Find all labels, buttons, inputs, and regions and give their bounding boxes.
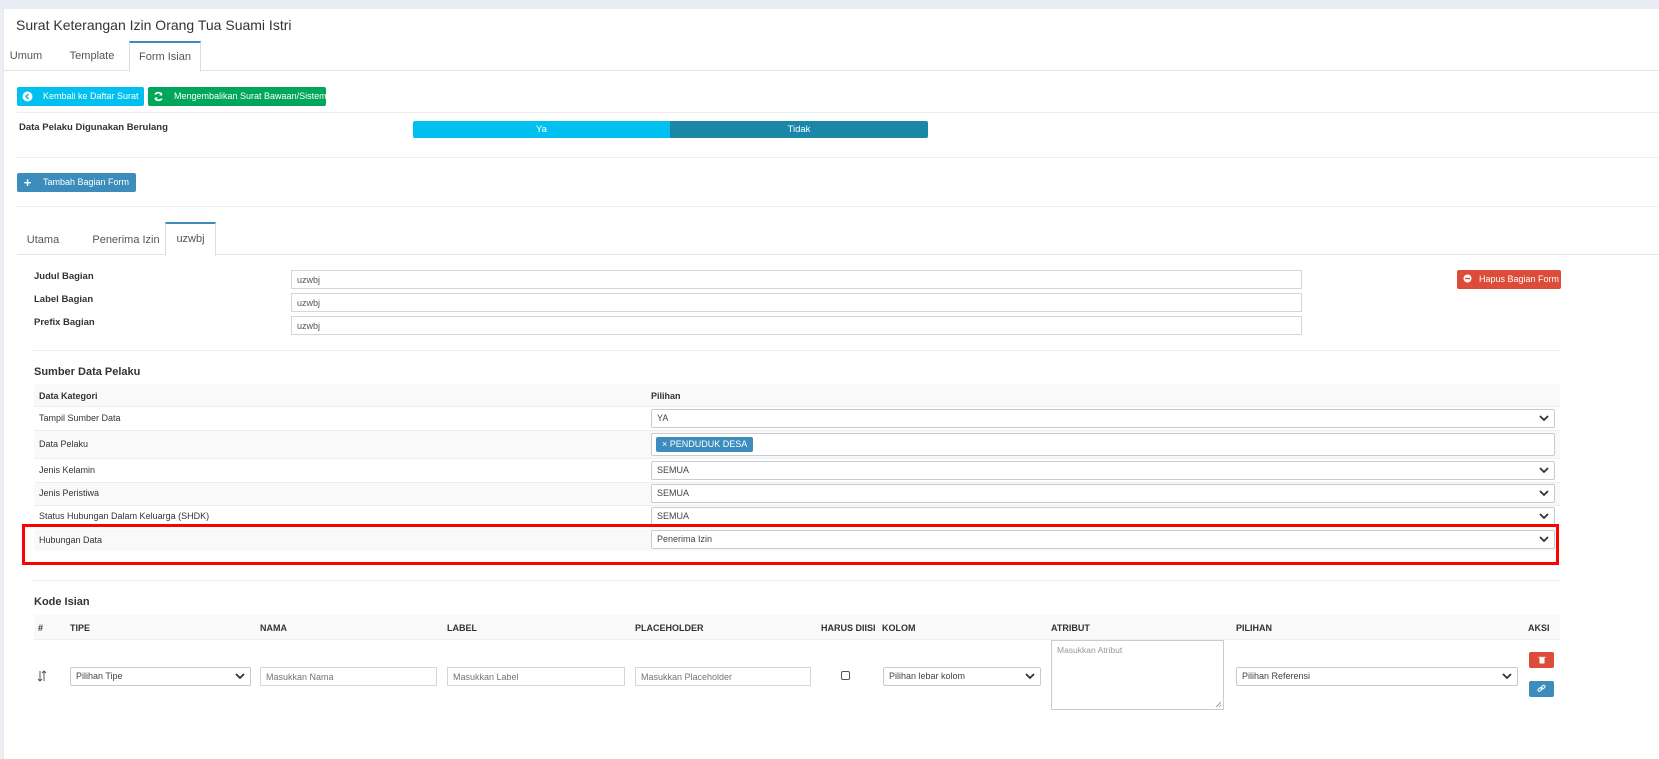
- chevron-down-icon: [235, 673, 245, 680]
- tab-form-isian[interactable]: Form Isian: [129, 41, 201, 72]
- restore-default-label: Mengembalikan Surat Bawaan/Sistem: [174, 91, 327, 101]
- tab-utama[interactable]: Utama: [21, 225, 65, 256]
- highlight-box: [22, 524, 1559, 565]
- divider: [17, 112, 1659, 113]
- col-harus-diisi: HARUS DIISI: [821, 623, 876, 633]
- tab-template[interactable]: Template: [58, 41, 126, 72]
- plus-icon: +: [23, 175, 32, 190]
- col-label: LABEL: [447, 623, 477, 633]
- top-band: [0, 0, 1659, 9]
- atribut-textarea[interactable]: Masukkan Atribut: [1051, 640, 1224, 710]
- divider: [32, 580, 1560, 581]
- main-tabs: Umum Template Form Isian: [4, 41, 1659, 72]
- divider: [17, 157, 1659, 158]
- select-value: SEMUA: [657, 488, 690, 498]
- col-tipe: TIPE: [70, 623, 91, 633]
- shdk-label: Status Hubungan Dalam Keluarga (SHDK): [39, 511, 210, 521]
- jenis-kelamin-select[interactable]: SEMUA: [651, 461, 1555, 480]
- delete-row-button[interactable]: [1529, 652, 1554, 668]
- delete-section-button[interactable]: Hapus Bagian Form: [1457, 270, 1561, 289]
- col-num: #: [38, 623, 44, 633]
- col-placeholder: PLACEHOLDER: [635, 623, 704, 633]
- label-bagian-label: Label Bagian: [34, 294, 94, 305]
- chevron-down-icon: [1539, 513, 1549, 520]
- repeat-yes-toggle[interactable]: Ya: [413, 121, 670, 138]
- jenis-kelamin-label: Jenis Kelamin: [39, 465, 96, 475]
- repeat-no-toggle[interactable]: Tidak: [670, 121, 928, 138]
- sumber-header-row: [34, 384, 1560, 406]
- row-divider: [34, 458, 1560, 459]
- divider: [17, 206, 1659, 207]
- tipe-select[interactable]: Pilihan Tipe: [70, 667, 251, 686]
- kolom-select[interactable]: Pilihan lebar kolom: [883, 667, 1041, 686]
- link-icon: [1537, 684, 1546, 692]
- pilihan-referensi-select[interactable]: Pilihan Referensi: [1236, 667, 1518, 686]
- judul-bagian-input[interactable]: [291, 270, 1302, 289]
- col-pilihan-ref: PILIHAN: [1236, 623, 1272, 633]
- back-to-list-label: Kembali ke Daftar Surat: [43, 91, 139, 101]
- tampil-sumber-data-select[interactable]: YA: [651, 409, 1555, 428]
- prefix-bagian-label: Prefix Bagian: [34, 317, 95, 328]
- chevron-down-icon: [1539, 467, 1549, 474]
- restore-default-button[interactable]: Mengembalikan Surat Bawaan/Sistem: [148, 87, 327, 106]
- col-kolom: KOLOM: [882, 623, 916, 633]
- col-pilihan: Pilihan: [651, 391, 681, 401]
- chevron-down-icon: [1025, 673, 1035, 680]
- chevron-down-icon: [1539, 490, 1549, 497]
- trash-icon: [1538, 656, 1545, 664]
- jenis-peristiwa-label: Jenis Peristiwa: [39, 488, 100, 498]
- add-section-button[interactable]: + Tambah Bagian Form: [17, 173, 136, 192]
- drag-handle-icon[interactable]: [37, 670, 47, 682]
- select-value: Pilihan lebar kolom: [889, 671, 966, 681]
- col-atribut: ATRIBUT: [1051, 623, 1090, 633]
- page-title: Surat Keterangan Izin Orang Tua Suami Is…: [16, 17, 292, 33]
- tag-label: PENDUDUK DESA: [669, 439, 748, 449]
- repeat-label: Data Pelaku Digunakan Berulang: [19, 122, 168, 133]
- select-value: SEMUA: [657, 511, 690, 521]
- add-section-label: Tambah Bagian Form: [43, 177, 130, 187]
- select-value: Pilihan Tipe: [76, 671, 123, 681]
- jenis-peristiwa-select[interactable]: SEMUA: [651, 484, 1555, 503]
- label-input[interactable]: [447, 667, 625, 686]
- refresh-icon: [153, 91, 164, 102]
- select-value: Pilihan Referensi: [1242, 671, 1311, 681]
- tampil-sumber-data-label: Tampil Sumber Data: [39, 413, 121, 423]
- row-divider: [34, 505, 1560, 506]
- delete-section-label: Hapus Bagian Form: [1479, 274, 1560, 284]
- select-value: SEMUA: [657, 465, 690, 475]
- harus-diisi-checkbox[interactable]: [841, 671, 850, 680]
- col-aksi: AKSI: [1528, 623, 1550, 633]
- data-pelaku-multiselect[interactable]: [651, 433, 1555, 456]
- atribut-placeholder: Masukkan Atribut: [1057, 645, 1123, 655]
- penduduk-desa-tag[interactable]: × PENDUDUK DESA: [656, 437, 754, 452]
- prefix-bagian-input[interactable]: [291, 316, 1302, 335]
- chevron-down-icon: [1502, 673, 1512, 680]
- select-value: YA: [657, 413, 669, 423]
- tag-remove-icon[interactable]: ×: [662, 439, 667, 449]
- tab-uzwbj[interactable]: uzwbj: [165, 222, 216, 256]
- col-data-kategori: Data Kategori: [39, 391, 98, 401]
- arrow-circle-left-icon: [22, 91, 33, 102]
- section-tabs: Utama Penerima Izin uzwbj: [17, 221, 1659, 256]
- main-panel: Surat Keterangan Izin Orang Tua Suami Is…: [3, 9, 1659, 759]
- row-divider: [34, 406, 1560, 407]
- label-bagian-input[interactable]: [291, 293, 1302, 312]
- kode-isian-heading: Kode Isian: [34, 596, 90, 608]
- tab-penerima-izin[interactable]: Penerima Izin: [85, 225, 167, 256]
- nama-input[interactable]: [260, 667, 437, 686]
- link-row-button[interactable]: [1529, 681, 1554, 697]
- data-pelaku-label: Data Pelaku: [39, 439, 89, 449]
- back-to-list-button[interactable]: Kembali ke Daftar Surat: [17, 87, 144, 106]
- divider: [32, 350, 1560, 351]
- chevron-down-icon: [1539, 415, 1549, 422]
- minus-circle-icon: [1462, 274, 1473, 285]
- col-nama: NAMA: [260, 623, 287, 633]
- row-divider: [34, 639, 1560, 640]
- judul-bagian-label: Judul Bagian: [34, 271, 94, 282]
- tab-umum[interactable]: Umum: [4, 41, 48, 72]
- sumber-heading: Sumber Data Pelaku: [34, 366, 141, 378]
- placeholder-input[interactable]: [635, 667, 811, 686]
- resize-handle-icon[interactable]: [1215, 701, 1222, 708]
